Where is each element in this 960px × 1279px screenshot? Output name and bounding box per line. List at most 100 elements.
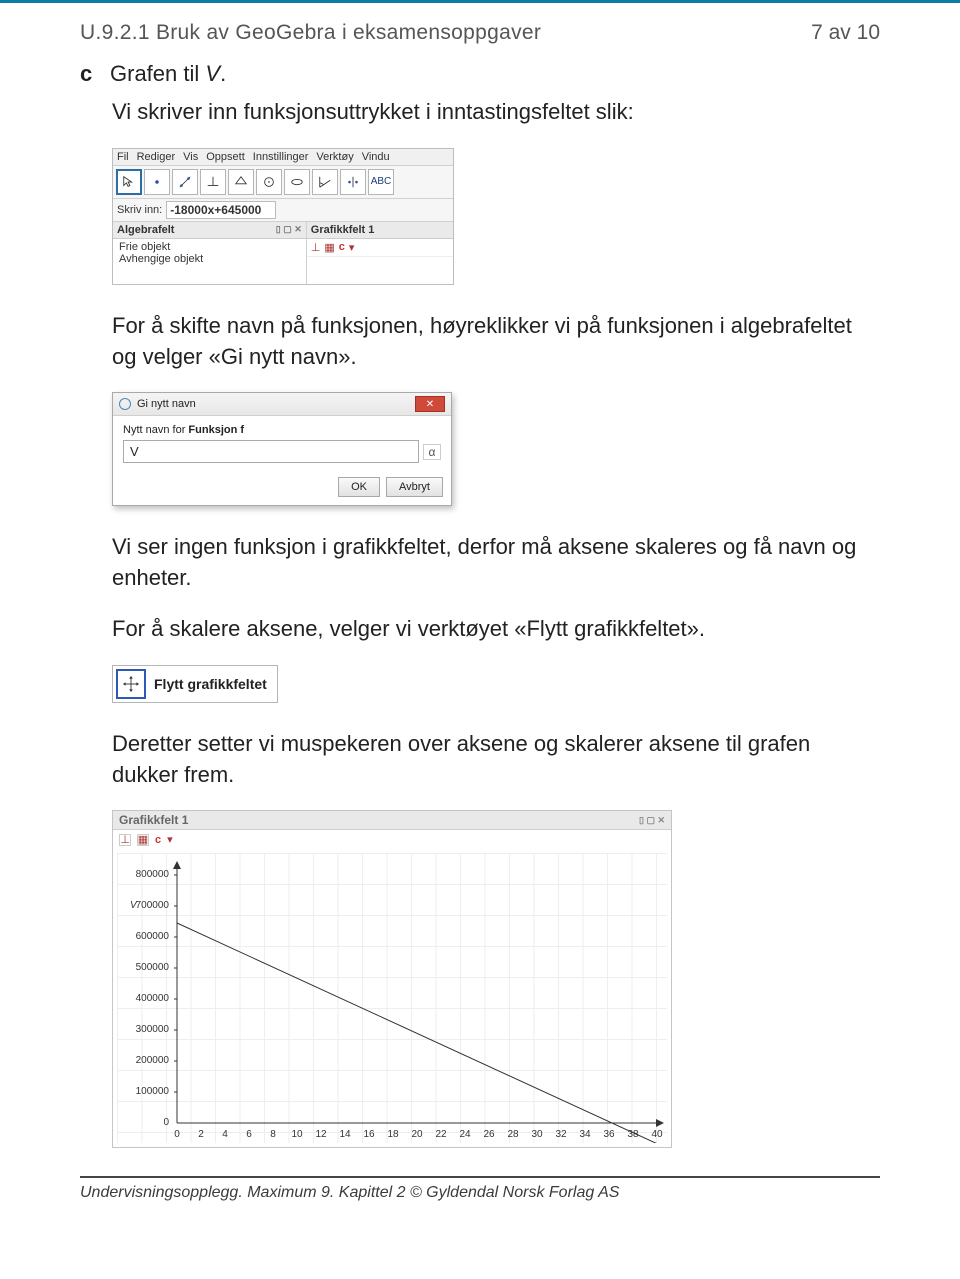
x-tick: 22 (435, 1129, 447, 1140)
tool-reflect[interactable] (340, 169, 366, 195)
tool-text[interactable]: ABC (368, 169, 394, 195)
y-tick: 300000 (136, 1024, 170, 1035)
toolbar: ABC (113, 166, 453, 199)
tool-arrow[interactable] (116, 169, 142, 195)
tool-conic[interactable] (284, 169, 310, 195)
dropdown-icon[interactable]: ▾ (167, 833, 173, 846)
x-tick: 40 (651, 1129, 663, 1140)
ok-button[interactable]: OK (338, 477, 380, 497)
y-tick: 700000 (136, 900, 170, 911)
x-tick: 12 (315, 1129, 327, 1140)
graph-screenshot: Grafikkfelt 1 ▯ ▢ ✕ ⊥ ▦ c ▾ V (112, 810, 880, 1148)
x-tick: 24 (459, 1129, 471, 1140)
dialog-label-bold: Funksjon f (188, 424, 244, 436)
y-tick: 100000 (136, 1086, 170, 1097)
y-tick: 200000 (136, 1055, 170, 1066)
paragraph-2: For å skifte navn på funksjonen, høyrekl… (112, 311, 880, 373)
problem-letter: c (80, 61, 98, 87)
x-tick: 28 (507, 1129, 519, 1140)
menu-rediger[interactable]: Rediger (137, 151, 176, 163)
graph-title-bar: Grafikkfelt 1 ▯ ▢ ✕ (113, 811, 671, 830)
y-tick: 600000 (136, 931, 170, 942)
dropdown-icon[interactable]: ▾ (349, 241, 355, 254)
menu-innstillinger[interactable]: Innstillinger (253, 151, 309, 163)
algebra-panel-body: Frie objekt Avhengige objekt (113, 239, 306, 267)
chart-line-V (177, 923, 662, 1143)
problem-text-prefix: Grafen til (110, 61, 205, 86)
menu-oppsett[interactable]: Oppsett (206, 151, 245, 163)
menu-vis[interactable]: Vis (183, 151, 198, 163)
input-label: Skriv inn: (117, 204, 162, 216)
menu-verktoy[interactable]: Verktøy (316, 151, 353, 163)
tool-polygon[interactable] (228, 169, 254, 195)
y-tick: 800000 (136, 869, 170, 880)
tool-angle[interactable] (312, 169, 338, 195)
algebra-panel-title: Algebrafelt ▯ ▢ ✕ (113, 222, 306, 239)
c-tool[interactable]: c (339, 241, 345, 253)
paragraph-3: Vi ser ingen funksjon i grafikkfeltet, d… (112, 532, 880, 594)
paragraph-4: For å skalere aksene, velger vi verktøye… (112, 614, 880, 645)
grafikk-panel-title: Grafikkfelt 1 (307, 222, 453, 239)
section-heading: U.9.2.1 Bruk av GeoGebra i eksamensoppga… (80, 21, 541, 45)
grafikk-title-text: Grafikkfelt 1 (311, 224, 375, 236)
page-number: 7 av 10 (811, 21, 880, 45)
axis-tools: ⊥ ▦ c ▾ (307, 239, 453, 257)
problem-variable: V (205, 61, 220, 86)
dialog-icon (119, 398, 131, 410)
axes-icon[interactable]: ⊥ (311, 241, 321, 254)
move-graphics-icon[interactable] (116, 669, 146, 699)
tool-point[interactable] (144, 169, 170, 195)
paragraph-1: Vi skriver inn funksjonsuttrykket i innt… (112, 97, 880, 128)
menu-vindu[interactable]: Vindu (362, 151, 390, 163)
x-tick: 20 (411, 1129, 423, 1140)
dialog-title: Gi nytt navn (137, 398, 196, 410)
problem-title: Grafen til V. (110, 61, 226, 87)
x-tick: 2 (198, 1129, 204, 1140)
problem-text-suffix: . (220, 61, 226, 86)
expression-input[interactable]: -18000x+645000 (166, 201, 276, 219)
algebra-avhengige: Avhengige objekt (119, 253, 300, 265)
tool-circle[interactable] (256, 169, 282, 195)
graph-panel-controls-icon[interactable]: ▯ ▢ ✕ (639, 815, 665, 826)
chart-plot-area: V 0 100000 200000 300000 400000 500000 6… (117, 853, 667, 1143)
grid-icon[interactable]: ▦ (324, 241, 334, 254)
move-graphics-label: Flytt grafikkfeltet (154, 676, 267, 692)
paragraph-5: Deretter setter vi muspekeren over aksen… (112, 729, 880, 791)
graph-toolbar: ⊥ ▦ c ▾ (113, 830, 671, 849)
abc-label: ABC (371, 176, 392, 187)
alpha-button[interactable]: α (423, 444, 441, 460)
x-tick: 34 (579, 1129, 591, 1140)
cancel-button[interactable]: Avbryt (386, 477, 443, 497)
x-tick: 36 (603, 1129, 615, 1140)
x-tick: 14 (339, 1129, 351, 1140)
grid-icon[interactable]: ▦ (137, 834, 149, 846)
algebra-panel-controls-icon[interactable]: ▯ ▢ ✕ (276, 224, 302, 235)
tool-perp[interactable] (200, 169, 226, 195)
menu-fil[interactable]: Fil (117, 151, 129, 163)
graph-title: Grafikkfelt 1 (119, 813, 188, 827)
page-header: U.9.2.1 Bruk av GeoGebra i eksamensoppga… (80, 21, 880, 45)
x-tick: 4 (222, 1129, 228, 1140)
x-tick: 30 (531, 1129, 543, 1140)
x-tick: 6 (246, 1129, 252, 1140)
x-tick: 16 (363, 1129, 375, 1140)
x-tick-group: 0 2 4 6 8 10 12 14 16 18 20 22 24 26 (174, 1129, 663, 1140)
rename-input[interactable]: V (123, 440, 419, 463)
tool-line[interactable] (172, 169, 198, 195)
x-tick: 10 (291, 1129, 303, 1140)
y-tick: 500000 (136, 962, 170, 973)
x-tick: 8 (270, 1129, 276, 1140)
menu-bar: Fil Rediger Vis Oppsett Innstillinger Ve… (113, 149, 453, 166)
close-icon[interactable]: ✕ (415, 396, 445, 412)
algebra-frie: Frie objekt (119, 241, 300, 253)
problem-heading: c Grafen til V. (80, 61, 880, 87)
footer-text: Undervisningsopplegg. Maximum 9. Kapitte… (0, 1178, 960, 1202)
y-tick: 0 (163, 1117, 169, 1128)
y-tick: 400000 (136, 993, 170, 1004)
dialog-label: Nytt navn for Funksjon f (123, 424, 441, 436)
x-tick: 26 (483, 1129, 495, 1140)
dialog-label-prefix: Nytt navn for (123, 424, 188, 436)
c-tool[interactable]: c (155, 834, 161, 846)
axes-icon[interactable]: ⊥ (119, 834, 131, 846)
x-tick: 0 (174, 1129, 180, 1140)
